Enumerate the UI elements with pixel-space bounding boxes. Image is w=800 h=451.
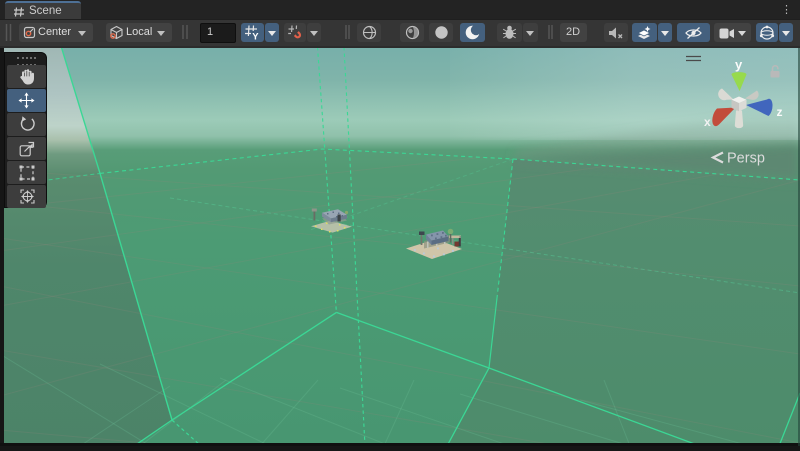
svg-text:z: z <box>777 105 783 119</box>
svg-text:Y: Y <box>252 32 259 42</box>
svg-text:x: x <box>704 115 711 129</box>
svg-text:Persp: Persp <box>727 151 765 167</box>
svg-text:y: y <box>735 57 743 72</box>
